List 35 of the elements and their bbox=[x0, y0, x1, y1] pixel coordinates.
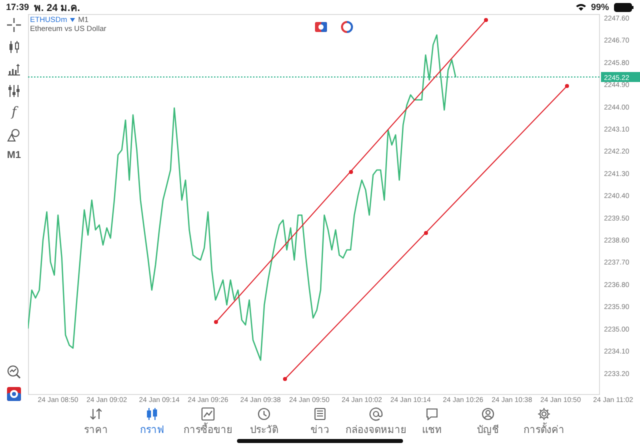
shapes-icon[interactable] bbox=[7, 128, 21, 142]
account-icon bbox=[481, 407, 495, 421]
battery-percent: 99% bbox=[590, 2, 609, 12]
tab[interactable]: แชท bbox=[405, 407, 459, 437]
tab[interactable]: การซื้อขาย bbox=[181, 407, 235, 437]
tab[interactable]: ประวัติ bbox=[237, 407, 291, 437]
wifi-icon bbox=[576, 3, 586, 11]
news-icon bbox=[313, 407, 327, 421]
function-icon[interactable]: f bbox=[12, 106, 16, 120]
clock-icon bbox=[257, 407, 271, 421]
bar-chart-icon[interactable] bbox=[7, 62, 21, 76]
crosshair-icon[interactable] bbox=[7, 18, 21, 32]
at-sign-icon bbox=[369, 407, 383, 421]
settings-icon bbox=[537, 407, 551, 421]
app-logo-icon[interactable] bbox=[7, 387, 21, 401]
timeframe-button[interactable]: M1 bbox=[7, 150, 21, 161]
tab[interactable]: ข่าว bbox=[293, 407, 347, 437]
status-date: พ. 24 ม.ค. bbox=[34, 2, 80, 14]
line-chart-icon bbox=[201, 407, 215, 421]
candlestick-icon[interactable] bbox=[7, 40, 21, 54]
caret-icon[interactable] bbox=[70, 18, 76, 22]
chat-bubble-icon bbox=[425, 407, 439, 421]
trade-icon[interactable] bbox=[315, 22, 327, 32]
sort-arrows-icon bbox=[89, 407, 103, 421]
sliders-icon[interactable] bbox=[7, 84, 21, 98]
one-click-icon[interactable] bbox=[341, 21, 353, 33]
bid-price-tag bbox=[601, 72, 640, 82]
status-time: 17:39 bbox=[6, 2, 30, 12]
chart-search-icon[interactable] bbox=[7, 365, 21, 379]
candlestick-icon bbox=[145, 407, 159, 421]
tab[interactable]: การตั้งค่า bbox=[517, 407, 571, 437]
battery-icon bbox=[614, 2, 634, 12]
tab[interactable]: ราคา bbox=[69, 407, 123, 437]
tab[interactable]: กราฟ bbox=[125, 407, 179, 437]
tab[interactable]: บัญชี bbox=[461, 407, 515, 437]
